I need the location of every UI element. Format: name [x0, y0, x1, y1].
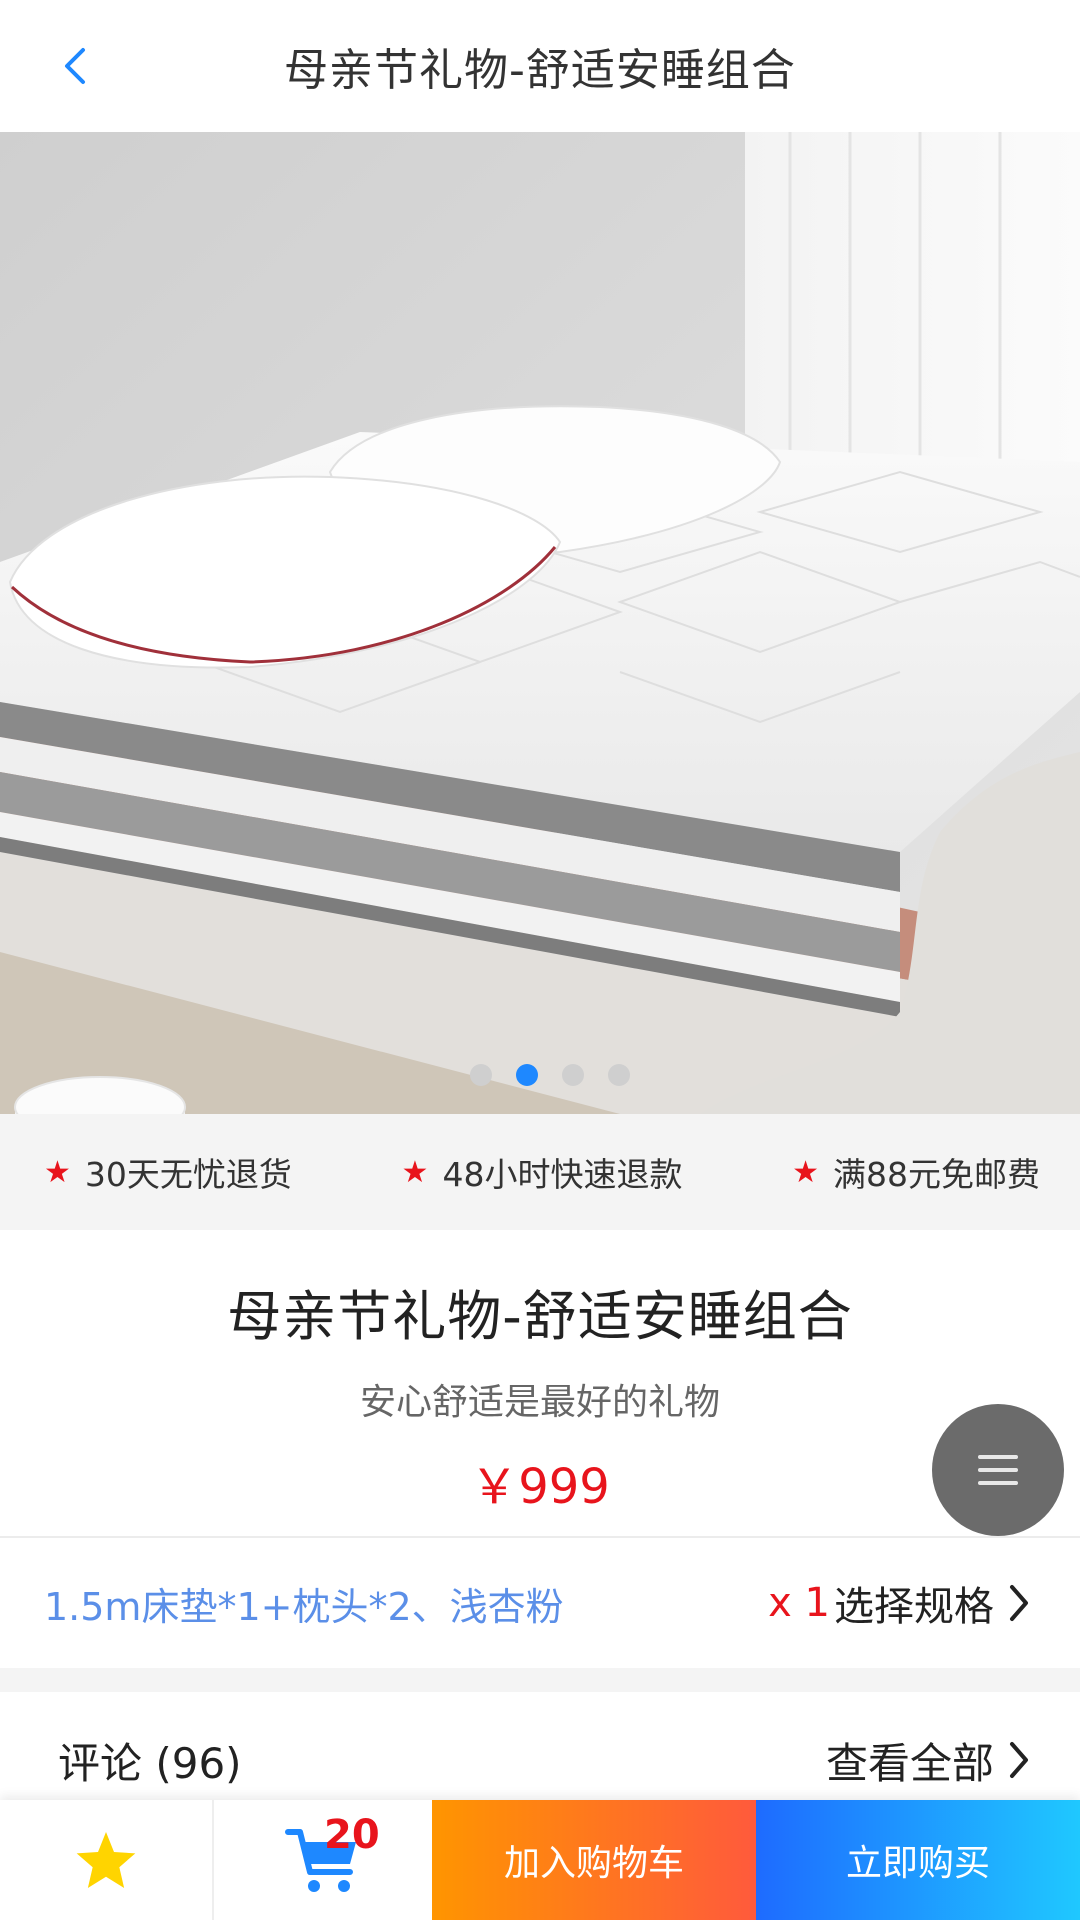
product-subtitle: 安心舒适是最好的礼物: [359, 1382, 720, 1423]
back-button[interactable]: [44, 36, 104, 96]
carousel-dot-2[interactable]: [516, 1064, 538, 1086]
chevron-left-icon: [65, 48, 85, 84]
product-info-section: 母亲节礼物-舒适安睡组合 安心舒适是最好的礼物 ￥999: [0, 1230, 1080, 1538]
view-all-label: 查看全部: [825, 1738, 994, 1788]
view-all-comments-link[interactable]: 查看全部: [826, 1730, 1030, 1791]
favorite-button[interactable]: [0, 1800, 214, 1920]
cart-count-badge: 20: [324, 1812, 380, 1858]
mattress-photo: [0, 132, 1080, 1114]
chevron-right-icon: [1010, 1585, 1028, 1621]
comments-title: 评论 (96): [58, 1738, 242, 1788]
cart-button[interactable]: 20: [214, 1800, 432, 1920]
star-icon: ★: [792, 1154, 819, 1190]
section-divider: [0, 1668, 1080, 1692]
star-icon: [76, 1832, 136, 1888]
carousel-indicator: [0, 1064, 1080, 1086]
top-nav-bar: 母亲节礼物-舒适安睡组合: [0, 0, 1080, 132]
service-item: ★ 48小时快速退款: [402, 1148, 683, 1196]
menu-icon-line: [978, 1455, 1018, 1459]
add-to-cart-button[interactable]: 加入购物车: [432, 1800, 756, 1920]
product-name: 母亲节礼物-舒适安睡组合: [227, 1285, 853, 1348]
quantity-label: x 1: [768, 1580, 830, 1626]
star-icon: ★: [44, 1154, 71, 1190]
chevron-right-icon: [1010, 1742, 1028, 1778]
carousel-dot-3[interactable]: [562, 1064, 584, 1086]
service-label: 48小时快速退款: [442, 1155, 683, 1194]
service-label: 满88元免邮费: [833, 1155, 1040, 1194]
buy-now-button[interactable]: 立即购买: [756, 1800, 1080, 1920]
menu-icon-line: [978, 1468, 1018, 1472]
product-price: ￥999: [470, 1459, 610, 1515]
service-item: ★ 30天无忧退货: [44, 1148, 292, 1196]
spec-selector[interactable]: 1.5m床垫*1+枕头*2、浅杏粉 x 1 选择规格: [0, 1538, 1080, 1668]
carousel-dot-4[interactable]: [608, 1064, 630, 1086]
bottom-action-bar: 20 加入购物车 立即购买: [0, 1800, 1080, 1920]
service-item: ★ 满88元免邮费: [792, 1148, 1040, 1196]
product-image-carousel[interactable]: [0, 132, 1080, 1114]
menu-icon-line: [978, 1481, 1018, 1485]
star-icon: ★: [401, 1154, 429, 1190]
spec-action[interactable]: x 1 选择规格: [768, 1574, 1030, 1632]
choose-spec-label: 选择规格: [834, 1584, 994, 1630]
selected-spec: 1.5m床垫*1+枕头*2、浅杏粉: [44, 1584, 564, 1629]
page-title: 母亲节礼物-舒适安睡组合: [284, 45, 796, 96]
service-guarantees: ★ 30天无忧退货 ★ 48小时快速退款 ★ 满88元免邮费: [0, 1114, 1080, 1230]
service-label: 30天无忧退货: [84, 1155, 292, 1194]
carousel-dot-1[interactable]: [470, 1064, 492, 1086]
floating-menu-button[interactable]: [932, 1404, 1064, 1536]
